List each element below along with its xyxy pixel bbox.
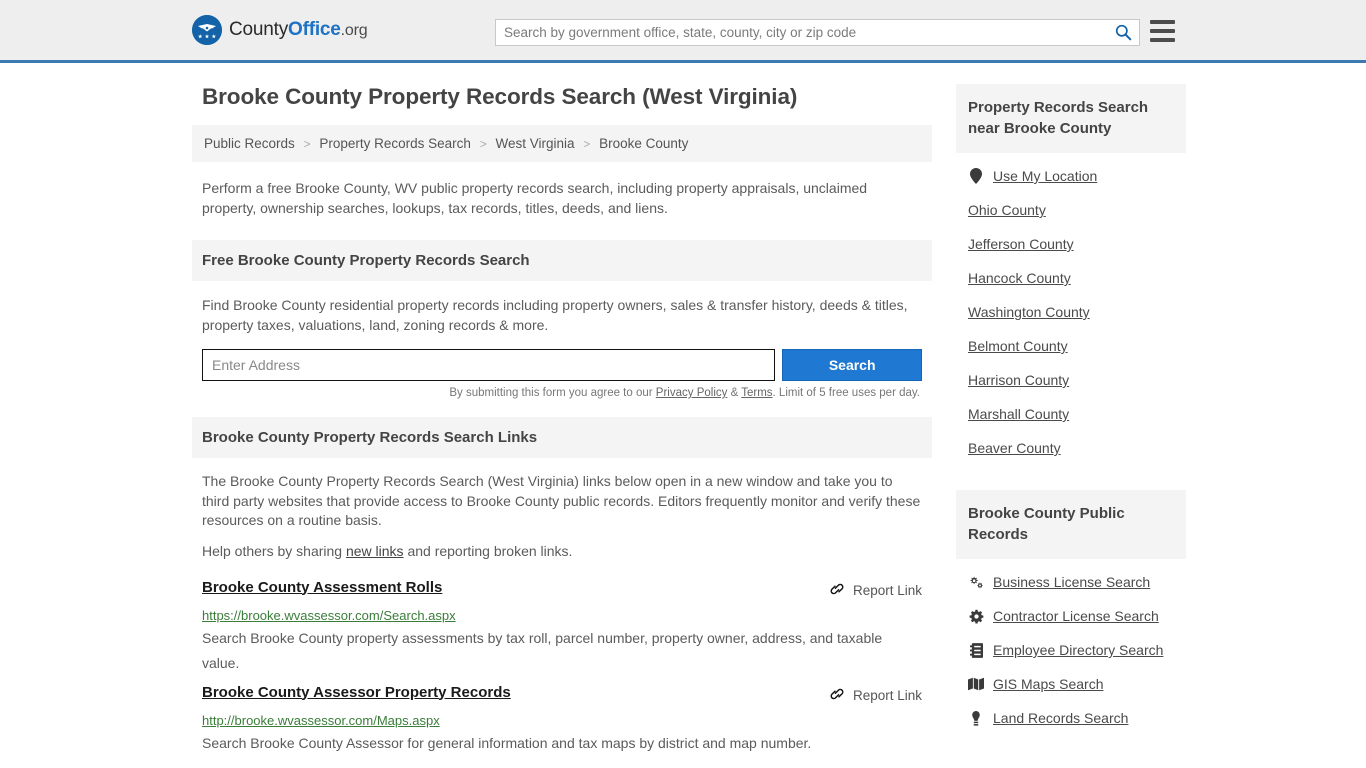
sidebar-link-washington-county[interactable]: Washington County bbox=[968, 304, 1090, 320]
result-item: Brooke County Assessor Property Records … bbox=[192, 676, 932, 756]
sidebar-item-marshall-county[interactable]: Marshall County bbox=[956, 397, 1186, 431]
breadcrumb-separator: > bbox=[583, 137, 591, 151]
breadcrumb-separator: > bbox=[479, 137, 487, 151]
sidebar-link-belmont-county[interactable]: Belmont County bbox=[968, 338, 1068, 354]
sidebar-item-gis-maps-search[interactable]: GIS Maps Search bbox=[956, 667, 1186, 701]
cogs-icon bbox=[968, 575, 984, 589]
form-disclaimer: By submitting this form you agree to our… bbox=[202, 387, 922, 399]
sidebar-item-contractor-license-search[interactable]: Contractor License Search bbox=[956, 599, 1186, 633]
eagle-seal-icon bbox=[192, 15, 222, 45]
help-text-post: and reporting broken links. bbox=[403, 542, 573, 559]
search-icon[interactable] bbox=[1107, 20, 1139, 45]
free-search-body: Find Brooke County residential property … bbox=[192, 281, 932, 399]
links-section-body: The Brooke County Property Records Searc… bbox=[192, 458, 932, 561]
sidebar-link-contractor-license-search[interactable]: Contractor License Search bbox=[993, 608, 1159, 624]
sidebar-public-records-heading: Brooke County Public Records bbox=[956, 490, 1186, 559]
hamburger-bar bbox=[1150, 29, 1175, 33]
sidebar-item-employee-directory-search[interactable]: Employee Directory Search bbox=[956, 633, 1186, 667]
address-book-icon bbox=[968, 642, 984, 658]
cog-icon bbox=[968, 609, 984, 624]
disclaimer-text-pre: By submitting this form you agree to our bbox=[449, 387, 656, 399]
landmark-icon bbox=[968, 710, 984, 726]
sidebar-item-beaver-county[interactable]: Beaver County bbox=[956, 431, 1186, 465]
help-others-paragraph: Help others by sharing new links and rep… bbox=[202, 541, 922, 561]
sidebar-public-records-list: Business License Search Contractor Licen… bbox=[956, 559, 1186, 735]
search-button[interactable]: Search bbox=[782, 349, 922, 381]
sidebar-item-use-my-location[interactable]: Use My Location bbox=[956, 159, 1186, 193]
sidebar-item-ohio-county[interactable]: Ohio County bbox=[956, 193, 1186, 227]
terms-link[interactable]: Terms bbox=[741, 387, 772, 399]
site-header: CountyOffice.org bbox=[0, 0, 1366, 63]
map-icon bbox=[968, 677, 984, 691]
breadcrumb-item-brooke-county[interactable]: Brooke County bbox=[599, 136, 688, 151]
sidebar-nearby-heading: Property Records Search near Brooke Coun… bbox=[956, 84, 1186, 153]
logo-text-county: County bbox=[229, 19, 289, 40]
sidebar-nearby-list: Use My Location Ohio County Jefferson Co… bbox=[956, 153, 1186, 465]
site-logo-text: CountyOffice.org bbox=[229, 19, 368, 41]
result-description: Search Brooke County property assessment… bbox=[202, 629, 883, 671]
new-links-link[interactable]: new links bbox=[346, 543, 404, 559]
sidebar-item-land-records-search[interactable]: Land Records Search bbox=[956, 701, 1186, 735]
result-url[interactable]: https://brooke.wvassessor.com/Search.asp… bbox=[202, 608, 922, 623]
breadcrumb-separator: > bbox=[303, 137, 311, 151]
logo-text-office: Office bbox=[288, 19, 341, 40]
report-link-button[interactable]: Report Link bbox=[829, 579, 922, 600]
sidebar-item-jefferson-county[interactable]: Jefferson County bbox=[956, 227, 1186, 261]
breadcrumb-item-property-records-search[interactable]: Property Records Search bbox=[319, 136, 471, 151]
disclaimer-amp: & bbox=[727, 387, 742, 399]
help-text-pre: Help others by sharing bbox=[202, 542, 346, 559]
broken-link-icon bbox=[829, 686, 845, 705]
sidebar-link-land-records-search[interactable]: Land Records Search bbox=[993, 710, 1128, 726]
report-link-label: Report Link bbox=[852, 582, 922, 598]
privacy-policy-link[interactable]: Privacy Policy bbox=[656, 387, 728, 399]
page-body: Brooke County Property Records Search (W… bbox=[0, 63, 1366, 756]
disclaimer-text-post: . Limit of 5 free uses per day. bbox=[772, 387, 920, 399]
site-logo[interactable]: CountyOffice.org bbox=[192, 15, 368, 45]
hamburger-menu-icon[interactable] bbox=[1150, 20, 1175, 42]
map-pin-icon bbox=[968, 168, 984, 184]
hamburger-bar bbox=[1150, 20, 1175, 24]
report-link-label: Report Link bbox=[852, 687, 922, 703]
sidebar-link-use-my-location[interactable]: Use My Location bbox=[993, 168, 1097, 184]
result-title-link[interactable]: Brooke County Assessor Property Records bbox=[202, 684, 511, 701]
result-item: Brooke County Assessment Rolls Report Li… bbox=[192, 571, 932, 676]
page-title: Brooke County Property Records Search (W… bbox=[202, 84, 798, 109]
breadcrumb-item-public-records[interactable]: Public Records bbox=[204, 136, 295, 151]
sidebar-public-records-block: Brooke County Public Records Business Li… bbox=[956, 490, 1186, 735]
sidebar: Property Records Search near Brooke Coun… bbox=[956, 84, 1186, 756]
sidebar-link-beaver-county[interactable]: Beaver County bbox=[968, 440, 1061, 456]
main-content: Brooke County Property Records Search (W… bbox=[192, 84, 932, 756]
sidebar-link-hancock-county[interactable]: Hancock County bbox=[968, 270, 1071, 286]
sidebar-link-marshall-county[interactable]: Marshall County bbox=[968, 406, 1069, 422]
free-search-heading: Free Brooke County Property Records Sear… bbox=[192, 240, 932, 281]
report-link-button[interactable]: Report Link bbox=[829, 684, 922, 705]
breadcrumb: Public Records > Property Records Search… bbox=[192, 125, 932, 162]
sidebar-link-harrison-county[interactable]: Harrison County bbox=[968, 372, 1069, 388]
address-input[interactable] bbox=[202, 349, 776, 381]
sidebar-link-gis-maps-search[interactable]: GIS Maps Search bbox=[993, 676, 1104, 692]
sidebar-link-employee-directory-search[interactable]: Employee Directory Search bbox=[993, 642, 1163, 658]
search-input[interactable] bbox=[496, 20, 1107, 45]
links-section-heading: Brooke County Property Records Search Li… bbox=[192, 417, 932, 458]
intro-paragraph: Perform a free Brooke County, WV public … bbox=[202, 180, 868, 216]
sidebar-item-business-license-search[interactable]: Business License Search bbox=[956, 565, 1186, 599]
sidebar-item-harrison-county[interactable]: Harrison County bbox=[956, 363, 1186, 397]
hamburger-bar bbox=[1150, 38, 1175, 42]
address-search-form: Search bbox=[202, 349, 922, 381]
result-url[interactable]: http://brooke.wvassessor.com/Maps.aspx bbox=[202, 713, 922, 728]
result-title-link[interactable]: Brooke County Assessment Rolls bbox=[202, 579, 442, 596]
broken-link-icon bbox=[829, 581, 845, 600]
sidebar-item-washington-county[interactable]: Washington County bbox=[956, 295, 1186, 329]
sidebar-item-belmont-county[interactable]: Belmont County bbox=[956, 329, 1186, 363]
logo-text-org: .org bbox=[340, 22, 368, 39]
sidebar-link-jefferson-county[interactable]: Jefferson County bbox=[968, 236, 1074, 252]
result-description: Search Brooke County Assessor for genera… bbox=[202, 734, 812, 751]
links-section-paragraph: The Brooke County Property Records Searc… bbox=[202, 473, 921, 528]
sidebar-link-business-license-search[interactable]: Business License Search bbox=[993, 574, 1150, 590]
free-search-description: Find Brooke County residential property … bbox=[202, 297, 908, 333]
global-search-bar[interactable] bbox=[495, 19, 1140, 46]
sidebar-item-hancock-county[interactable]: Hancock County bbox=[956, 261, 1186, 295]
sidebar-link-ohio-county[interactable]: Ohio County bbox=[968, 202, 1046, 218]
breadcrumb-item-west-virginia[interactable]: West Virginia bbox=[495, 136, 574, 151]
